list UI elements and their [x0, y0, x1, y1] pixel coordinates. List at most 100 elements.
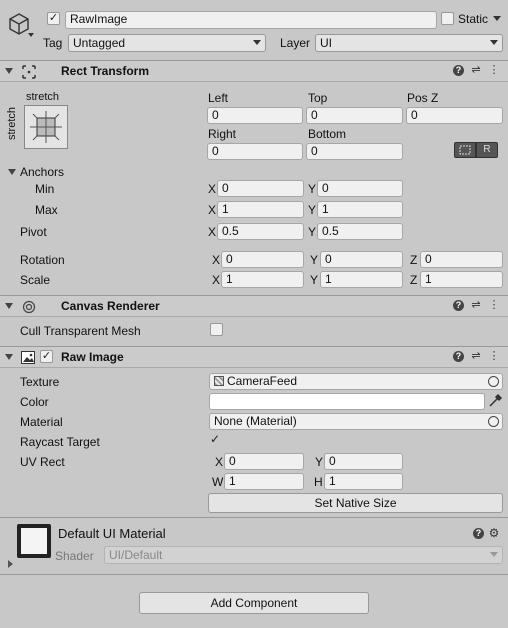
- max-y-label: Y: [308, 203, 317, 217]
- presets-icon[interactable]: ⇌: [470, 350, 482, 363]
- min-y-field[interactable]: 0: [317, 180, 403, 197]
- help-icon[interactable]: ?: [473, 528, 484, 539]
- pivot-x-label: X: [208, 225, 217, 239]
- max-x-field[interactable]: 1: [217, 201, 304, 218]
- max-x-label: X: [208, 203, 217, 217]
- rot-z-label: Z: [410, 253, 418, 267]
- cull-transparent-mesh-checkbox[interactable]: [210, 323, 223, 336]
- image-component-icon: [21, 351, 35, 364]
- presets-icon[interactable]: ⇌: [470, 299, 482, 312]
- context-menu-icon[interactable]: ⋮: [488, 64, 500, 77]
- uv-x-field[interactable]: 0: [224, 453, 304, 470]
- foldout-arrow-icon[interactable]: [5, 354, 13, 360]
- anchors-label[interactable]: Anchors: [20, 165, 64, 179]
- shader-label: Shader: [55, 549, 94, 563]
- material-label: Material: [20, 415, 63, 429]
- min-x-field[interactable]: 0: [217, 180, 304, 197]
- canvas-renderer-header[interactable]: Canvas Renderer ? ⇌ ⋮: [0, 295, 508, 317]
- settings-gear-icon[interactable]: ⚙: [488, 527, 500, 540]
- uv-x-label: X: [215, 455, 224, 469]
- context-menu-icon[interactable]: ⋮: [488, 350, 500, 363]
- static-label[interactable]: Static: [458, 12, 488, 26]
- section-divider: [0, 517, 508, 518]
- texture-asset-icon: [214, 376, 224, 386]
- static-dropdown-icon[interactable]: [493, 16, 501, 21]
- scale-z-label: Z: [410, 273, 418, 287]
- presets-icon[interactable]: ⇌: [470, 64, 482, 77]
- icon-dropdown-arrow[interactable]: [28, 33, 34, 37]
- top-label: Top: [308, 91, 328, 105]
- context-menu-icon[interactable]: ⋮: [488, 299, 500, 312]
- material-title: Default UI Material: [58, 526, 166, 541]
- tag-value: Untagged: [73, 36, 126, 50]
- raycast-target-checkbox[interactable]: ✓: [210, 433, 223, 446]
- pivot-x-field[interactable]: 0.5: [217, 223, 304, 240]
- layer-dropdown[interactable]: UI: [315, 34, 503, 52]
- section-divider: [0, 574, 508, 575]
- raw-edit-button[interactable]: R: [476, 142, 498, 158]
- raw-image-header[interactable]: ✓ Raw Image ? ⇌ ⋮: [0, 346, 508, 368]
- raw-image-enabled-checkbox[interactable]: ✓: [40, 350, 53, 363]
- uv-y-label: Y: [315, 455, 324, 469]
- foldout-arrow-icon[interactable]: [5, 303, 13, 309]
- pivot-y-field[interactable]: 0.5: [317, 223, 403, 240]
- scale-x-field[interactable]: 1: [221, 271, 304, 288]
- rect-transform-header[interactable]: Rect Transform ? ⇌ ⋮: [0, 60, 508, 82]
- preview-foldout-icon[interactable]: [8, 560, 13, 568]
- material-preview-icon: [17, 524, 51, 558]
- uv-y-field[interactable]: 0: [324, 453, 403, 470]
- shader-value: UI/Default: [109, 548, 163, 562]
- static-checkbox[interactable]: [441, 12, 454, 25]
- left-label: Left: [208, 91, 229, 105]
- anchor-presets-button[interactable]: [24, 105, 68, 149]
- scale-y-field[interactable]: 1: [320, 271, 403, 288]
- min-x-label: X: [208, 182, 217, 196]
- uv-h-label: H: [314, 475, 323, 489]
- texture-field[interactable]: CameraFeed: [209, 373, 503, 390]
- object-picker-icon[interactable]: [488, 376, 499, 387]
- rotation-label: Rotation: [20, 253, 65, 267]
- material-field[interactable]: None (Material): [209, 413, 503, 430]
- right-field[interactable]: 0: [207, 143, 303, 160]
- add-component-button[interactable]: Add Component: [139, 592, 369, 614]
- uv-w-label: W: [212, 475, 224, 489]
- set-native-size-button[interactable]: Set Native Size: [208, 493, 503, 513]
- chevron-down-icon: [253, 40, 261, 45]
- posz-field[interactable]: 0: [406, 107, 503, 124]
- uv-rect-label: UV Rect: [20, 455, 65, 469]
- texture-label: Texture: [20, 375, 60, 389]
- uv-h-field[interactable]: 1: [324, 473, 403, 490]
- left-field[interactable]: 0: [207, 107, 303, 124]
- uv-w-field[interactable]: 1: [224, 473, 304, 490]
- scale-x-label: X: [212, 273, 221, 287]
- blueprint-mode-button[interactable]: [454, 142, 476, 158]
- gameobject-name-field[interactable]: RawImage: [65, 11, 437, 29]
- raycast-target-label: Raycast Target: [20, 435, 100, 449]
- help-icon[interactable]: ?: [453, 300, 464, 311]
- anchors-foldout-icon[interactable]: [8, 169, 16, 175]
- raw-image-title: Raw Image: [61, 350, 124, 364]
- help-icon[interactable]: ?: [453, 65, 464, 76]
- anchor-preset-side-label: stretch: [6, 106, 18, 140]
- tag-dropdown[interactable]: Untagged: [68, 34, 266, 52]
- pivot-label: Pivot: [20, 225, 47, 239]
- top-field[interactable]: 0: [306, 107, 403, 124]
- color-field[interactable]: [209, 393, 485, 410]
- pivot-y-label: Y: [308, 225, 317, 239]
- material-value: None (Material): [214, 414, 297, 428]
- rotation-y-field[interactable]: 0: [320, 251, 403, 268]
- rotation-x-field[interactable]: 0: [221, 251, 304, 268]
- chevron-down-icon: [490, 40, 498, 45]
- rect-transform-icon: [22, 65, 36, 79]
- scale-z-field[interactable]: 1: [420, 271, 503, 288]
- object-picker-icon[interactable]: [488, 416, 499, 427]
- eyedropper-icon[interactable]: [487, 393, 503, 409]
- help-icon[interactable]: ?: [453, 351, 464, 362]
- foldout-arrow-icon[interactable]: [5, 68, 13, 74]
- active-checkbox[interactable]: ✓: [47, 12, 60, 25]
- max-y-field[interactable]: 1: [317, 201, 403, 218]
- rect-transform-title: Rect Transform: [61, 64, 150, 78]
- max-label: Max: [35, 203, 58, 217]
- bottom-field[interactable]: 0: [306, 143, 403, 160]
- rotation-z-field[interactable]: 0: [420, 251, 503, 268]
